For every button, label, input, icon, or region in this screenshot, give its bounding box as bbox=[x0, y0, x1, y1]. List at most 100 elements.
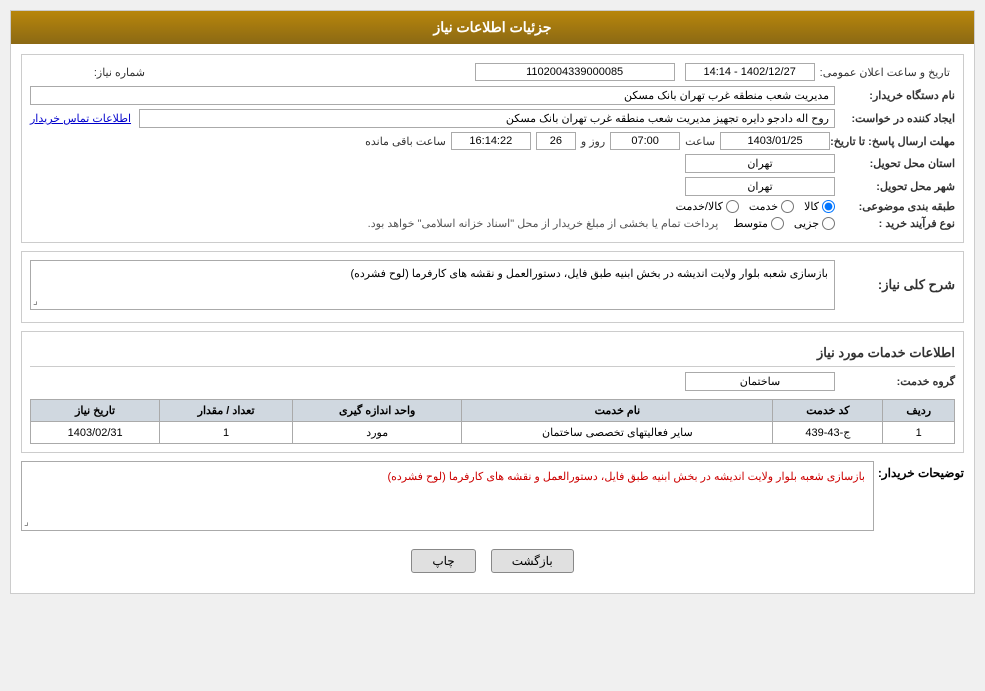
col-service-name: نام خدمت bbox=[462, 400, 773, 422]
services-section-title: اطلاعات خدمات مورد نیاز bbox=[30, 340, 955, 367]
service-group-input: ساختمان bbox=[685, 372, 835, 391]
services-table: ردیف کد خدمت نام خدمت واحد اندازه گیری ت… bbox=[30, 399, 955, 444]
buyer-notes-box: بازسازی شعبه بلوار ولایت اندیشه در بخش ا… bbox=[21, 461, 874, 531]
org-name-box: مدیریت شعب منطقه غرب تهران بانک مسکن bbox=[30, 86, 835, 105]
datetime-area: تاریخ و ساعت اعلان عمومی: 1402/12/27 - 1… bbox=[685, 63, 955, 81]
description-box: بازسازی شعبه بلوار ولایت اندیشه در بخش ا… bbox=[30, 260, 835, 310]
request-number-row: شماره نیاز: 1102004339000085 تاریخ و ساع… bbox=[30, 63, 955, 81]
contact-link[interactable]: اطلاعات تماس خریدار bbox=[30, 112, 131, 125]
purchase-mottaset[interactable]: متوسط bbox=[733, 217, 784, 230]
creator-value: روح اله دادجو دایره تجهیز مدیریت شعب منط… bbox=[139, 109, 835, 128]
datetime-from-input: 1402/12/27 - 14:14 bbox=[685, 63, 815, 81]
deadline-date-input: 1403/01/25 bbox=[720, 132, 830, 150]
services-section: اطلاعات خدمات مورد نیاز گروه خدمت: ساختم… bbox=[21, 331, 964, 453]
deadline-remaining-label: ساعت باقی مانده bbox=[365, 135, 446, 148]
deadline-time-label: ساعت bbox=[685, 135, 715, 148]
category-kala-radio[interactable] bbox=[822, 200, 835, 213]
panel-body: شماره نیاز: 1102004339000085 تاریخ و ساع… bbox=[11, 44, 974, 593]
purchase-type-note: پرداخت تمام یا بخشی از مبلغ خریدار از مح… bbox=[368, 217, 719, 230]
category-kala[interactable]: کالا bbox=[804, 200, 835, 213]
request-number-label: شماره نیاز: bbox=[30, 66, 150, 79]
category-khadamat-label: خدمت bbox=[749, 200, 778, 213]
category-label: طبقه بندی موضوعی: bbox=[835, 200, 955, 213]
category-khadamat-radio[interactable] bbox=[781, 200, 794, 213]
service-group-box: ساختمان bbox=[30, 372, 835, 391]
purchase-mottaset-label: متوسط bbox=[733, 217, 768, 230]
cell-unit: مورد bbox=[292, 422, 462, 444]
province-input: تهران bbox=[685, 154, 835, 173]
deadline-day-label: روز و bbox=[581, 135, 605, 148]
purchase-jozii[interactable]: جزیی bbox=[794, 217, 835, 230]
deadline-date-row: 1403/01/25 ساعت 07:00 روز و 26 16:14:22 … bbox=[30, 132, 830, 150]
main-panel: جزئیات اطلاعات نیاز شماره نیاز: 11020043… bbox=[10, 10, 975, 594]
purchase-type-row: نوع فرآیند خرید : جزیی متوسط bbox=[30, 217, 955, 230]
org-name-value: مدیریت شعب منطقه غرب تهران بانک مسکن bbox=[30, 86, 835, 105]
col-row-num: ردیف bbox=[883, 400, 955, 422]
creator-label: ایجاد کننده در خواست: bbox=[835, 112, 955, 125]
table-row: 1 ج-43-439 سایر فعالیتهای تخصصی ساختمان … bbox=[31, 422, 955, 444]
buyer-notes-row: توضیحات خریدار: بازسازی شعبه بلوار ولایت… bbox=[21, 461, 964, 531]
category-row: طبقه بندی موضوعی: کالا خدمت bbox=[30, 200, 955, 213]
category-khadamat[interactable]: خدمت bbox=[749, 200, 794, 213]
cell-need-date: 1403/02/31 bbox=[31, 422, 160, 444]
buttons-row: بازگشت چاپ bbox=[21, 539, 964, 583]
back-button[interactable]: بازگشت bbox=[491, 549, 574, 573]
cell-quantity: 1 bbox=[160, 422, 293, 444]
inner-form-area: شماره نیاز: 1102004339000085 تاریخ و ساع… bbox=[30, 63, 955, 230]
service-group-label: گروه خدمت: bbox=[835, 375, 955, 388]
col-unit: واحد اندازه گیری bbox=[292, 400, 462, 422]
cell-row-num: 1 bbox=[883, 422, 955, 444]
cell-service-code: ج-43-439 bbox=[773, 422, 883, 444]
purchase-jozii-radio[interactable] bbox=[822, 217, 835, 230]
province-value-box: تهران bbox=[30, 154, 835, 173]
print-button[interactable]: چاپ bbox=[411, 549, 475, 573]
col-need-date: تاریخ نیاز bbox=[31, 400, 160, 422]
province-row: استان محل تحویل: تهران bbox=[30, 154, 955, 173]
deadline-value-box: 1403/01/25 ساعت 07:00 روز و 26 16:14:22 … bbox=[30, 132, 830, 150]
description-text: بازسازی شعبه بلوار ولایت اندیشه در بخش ا… bbox=[350, 268, 828, 280]
purchase-mottaset-radio[interactable] bbox=[771, 217, 784, 230]
panel-header: جزئیات اطلاعات نیاز bbox=[11, 11, 974, 44]
buyer-notes-label: توضیحات خریدار: bbox=[874, 461, 964, 480]
category-kala-khadamat-radio[interactable] bbox=[726, 200, 739, 213]
purchase-type-options: جزیی متوسط bbox=[733, 217, 835, 230]
buyer-notes-text: بازسازی شعبه بلوار ولایت اندیشه در بخش ا… bbox=[387, 471, 865, 483]
category-kala-label: کالا bbox=[804, 200, 819, 213]
description-label: شرح کلی نیاز: bbox=[835, 277, 955, 293]
deadline-row: مهلت ارسال پاسخ: تا تاریخ: 1403/01/25 سا… bbox=[30, 132, 955, 150]
service-group-row: گروه خدمت: ساختمان bbox=[30, 372, 955, 391]
deadline-label: مهلت ارسال پاسخ: تا تاریخ: bbox=[830, 135, 955, 148]
panel-title: جزئیات اطلاعات نیاز bbox=[433, 19, 551, 35]
table-body: 1 ج-43-439 سایر فعالیتهای تخصصی ساختمان … bbox=[31, 422, 955, 444]
city-value-box: تهران bbox=[30, 177, 835, 196]
description-row: شرح کلی نیاز: بازسازی شعبه بلوار ولایت ا… bbox=[30, 260, 955, 310]
info-section: شماره نیاز: 1102004339000085 تاریخ و ساع… bbox=[21, 54, 964, 243]
datetime-label: تاریخ و ساعت اعلان عمومی: bbox=[820, 66, 955, 79]
deadline-days-input: 26 bbox=[536, 132, 576, 150]
purchase-jozii-label: جزیی bbox=[794, 217, 819, 230]
page-container: جزئیات اطلاعات نیاز شماره نیاز: 11020043… bbox=[0, 0, 985, 691]
city-label: شهر محل تحویل: bbox=[835, 180, 955, 193]
category-kala-khadamat[interactable]: کالا/خدمت bbox=[676, 200, 739, 213]
creator-row: ایجاد کننده در خواست: روح اله دادجو دایر… bbox=[30, 109, 955, 128]
buyer-notes-content: بازسازی شعبه بلوار ولایت اندیشه در بخش ا… bbox=[21, 461, 874, 531]
col-quantity: تعداد / مقدار bbox=[160, 400, 293, 422]
org-name-row: نام دستگاه خریدار: مدیریت شعب منطقه غرب … bbox=[30, 86, 955, 105]
request-number-value-area: 1102004339000085 bbox=[150, 63, 685, 81]
request-number-input: 1102004339000085 bbox=[475, 63, 675, 81]
description-value-box: بازسازی شعبه بلوار ولایت اندیشه در بخش ا… bbox=[30, 260, 835, 310]
cell-service-name: سایر فعالیتهای تخصصی ساختمان bbox=[462, 422, 773, 444]
resize-handle-desc: ⌟ bbox=[33, 296, 38, 307]
table-header-row: ردیف کد خدمت نام خدمت واحد اندازه گیری ت… bbox=[31, 400, 955, 422]
description-section: شرح کلی نیاز: بازسازی شعبه بلوار ولایت ا… bbox=[21, 251, 964, 323]
province-label: استان محل تحویل: bbox=[835, 157, 955, 170]
org-name-label: نام دستگاه خریدار: bbox=[835, 89, 955, 102]
city-row: شهر محل تحویل: تهران bbox=[30, 177, 955, 196]
deadline-remaining-input: 16:14:22 bbox=[451, 132, 531, 150]
creator-value-box: روح اله دادجو دایره تجهیز مدیریت شعب منط… bbox=[30, 109, 835, 128]
category-options: کالا خدمت کالا/خدمت bbox=[30, 200, 835, 213]
purchase-type-area: جزیی متوسط پرداخت تمام یا بخشی از مبلغ خ… bbox=[30, 217, 835, 230]
purchase-type-label: نوع فرآیند خرید : bbox=[835, 217, 955, 230]
resize-handle-notes: ⌟ bbox=[24, 517, 29, 528]
deadline-time-input: 07:00 bbox=[610, 132, 680, 150]
